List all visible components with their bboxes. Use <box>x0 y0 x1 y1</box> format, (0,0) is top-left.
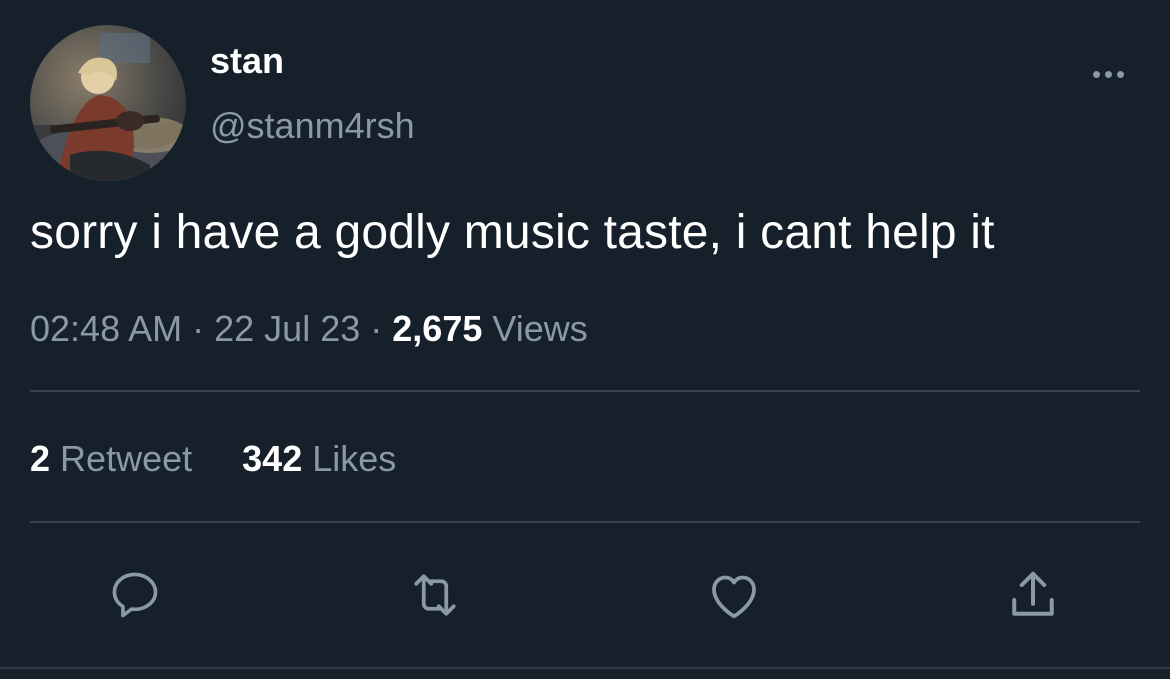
divider <box>30 390 1140 392</box>
more-dot <box>1092 70 1100 78</box>
retweets-label: Retweet <box>60 438 193 479</box>
user-handle[interactable]: @stanm4rsh <box>210 105 415 147</box>
retweet-icon <box>414 574 456 616</box>
retweets-stat[interactable]: 2 Retweet <box>30 438 202 479</box>
meta-separator: · <box>192 308 205 349</box>
more-dot <box>1116 70 1124 78</box>
views-label: Views <box>492 308 588 349</box>
reply-icon <box>112 572 158 618</box>
tweet-date[interactable]: 22 Jul 23 <box>214 308 360 349</box>
display-name[interactable]: stan <box>210 40 284 82</box>
heart-icon <box>712 575 756 619</box>
avatar[interactable] <box>30 25 186 181</box>
share-icon <box>1012 571 1054 616</box>
more-options-icon[interactable] <box>1086 62 1130 86</box>
reply-button[interactable] <box>105 565 165 625</box>
action-bar <box>0 565 1170 627</box>
likes-stat[interactable]: 342 Likes <box>242 438 396 479</box>
tweet-time[interactable]: 02:48 AM <box>30 308 182 349</box>
views-count: 2,675 <box>392 308 483 349</box>
like-button[interactable] <box>704 565 764 625</box>
likes-label: Likes <box>312 438 397 479</box>
tweet-stats: 2 Retweet 342 Likes <box>30 438 396 480</box>
tweet-text: sorry i have a godly music taste, i cant… <box>30 206 995 259</box>
share-button[interactable] <box>1003 565 1063 625</box>
meta-separator: · <box>370 308 383 349</box>
divider <box>30 521 1140 523</box>
retweet-button[interactable] <box>405 565 465 625</box>
more-dot <box>1104 70 1112 78</box>
tweet-meta: 02:48 AM · 22 Jul 23 · 2,675 Views <box>30 308 588 350</box>
avatar-image <box>30 25 186 181</box>
retweets-count: 2 <box>30 438 51 479</box>
bottom-border <box>0 667 1170 669</box>
likes-count: 342 <box>242 438 303 479</box>
